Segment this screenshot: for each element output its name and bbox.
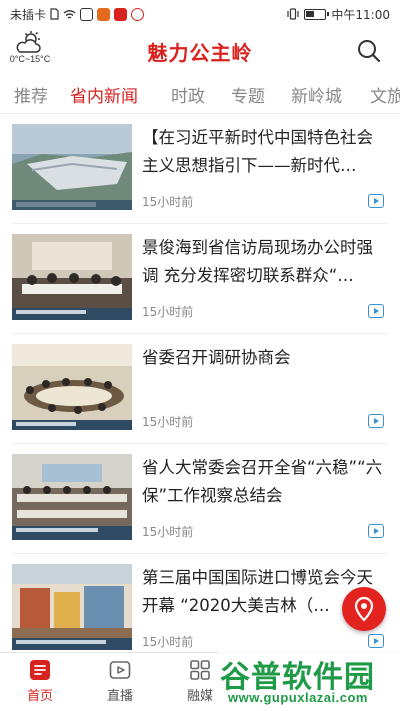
tab-topics[interactable]: 专题: [231, 82, 265, 107]
grid-icon: [190, 660, 210, 680]
video-play-icon: [368, 414, 384, 428]
live-play-icon: [109, 661, 131, 679]
status-bar: 未插卡 中午11:00: [0, 0, 400, 28]
news-item[interactable]: 第三届中国国际进口博览会今天开幕 “2020大美吉林（… 15小时前: [0, 554, 400, 664]
news-item[interactable]: 【在习近平新时代中国特色社会主义思想指引下——新时代… 15小时前: [0, 114, 400, 224]
search-button[interactable]: [356, 38, 382, 64]
news-thumbnail: [12, 454, 132, 540]
battery-icon: [304, 8, 330, 20]
carrier-text: 未插卡: [10, 7, 47, 22]
video-play-icon: [368, 194, 384, 208]
news-time: 15小时前: [142, 415, 194, 429]
news-title: 省人大常委会召开全省“六稳”“六保”工作视察总结会: [142, 458, 383, 505]
tab-new-lingcheng[interactable]: 新岭城: [291, 82, 342, 107]
clock-text: 中午11:00: [331, 7, 390, 22]
news-time: 15小时前: [142, 525, 194, 539]
video-play-icon: [368, 634, 384, 648]
category-tabs: 推荐 省内新闻 时政 专题 新岭城 文旅: [0, 74, 400, 114]
nav-home[interactable]: 首页: [10, 659, 70, 704]
news-thumbnail: [12, 124, 132, 210]
news-thumbnail: [12, 344, 132, 430]
news-thumbnail: [12, 564, 132, 650]
search-icon: [358, 40, 381, 63]
nav-label: 直播: [106, 689, 133, 704]
notification-app-icon: [80, 7, 94, 21]
nav-live[interactable]: 直播: [90, 659, 150, 704]
sim-icon: [50, 8, 59, 20]
app-header: 0°C~15°C 魅力公主岭: [0, 28, 400, 74]
location-pin-icon: [354, 596, 374, 622]
app-title: 魅力公主岭: [147, 41, 253, 65]
watermark-url: www.gupuxlazai.com: [228, 690, 368, 705]
news-item[interactable]: 景俊海到省信访局现场办公时强调 充分发挥密切联系群众“… 15小时前: [0, 224, 400, 334]
tab-province-news[interactable]: 省内新闻: [70, 82, 138, 107]
tab-politics[interactable]: 时政: [171, 82, 205, 107]
news-title: 景俊海到省信访局现场办公时强调 充分发挥密切联系群众“…: [142, 238, 373, 285]
vibrate-icon: [287, 8, 300, 20]
home-news-icon: [30, 660, 50, 680]
news-time: 15小时前: [142, 195, 194, 209]
news-item[interactable]: 省委召开调研协商会 15小时前: [0, 334, 400, 444]
video-play-icon: [368, 304, 384, 318]
tab-culture-travel[interactable]: 文旅: [370, 82, 400, 107]
notification-app-icon: [97, 7, 111, 21]
notification-app-icon: [114, 7, 128, 21]
news-item[interactable]: 省人大常委会召开全省“六稳”“六保”工作视察总结会 15小时前: [0, 444, 400, 554]
news-title: 【在习近平新时代中国特色社会主义思想指引下——新时代…: [142, 128, 373, 175]
video-play-icon: [368, 524, 384, 538]
news-time: 15小时前: [142, 635, 194, 649]
tab-recommend[interactable]: 推荐: [14, 82, 48, 107]
wifi-icon: [63, 9, 76, 19]
nav-label: 融媒: [186, 689, 213, 704]
location-button[interactable]: [342, 587, 386, 631]
notification-app-icon: [131, 7, 145, 21]
news-thumbnail: [12, 234, 132, 320]
news-title: 省委召开调研协商会: [142, 348, 291, 367]
nav-label: 首页: [26, 689, 53, 704]
news-time: 15小时前: [142, 305, 194, 319]
site-watermark: 谷普软件园 www.gupuxlazai.com: [218, 652, 400, 711]
